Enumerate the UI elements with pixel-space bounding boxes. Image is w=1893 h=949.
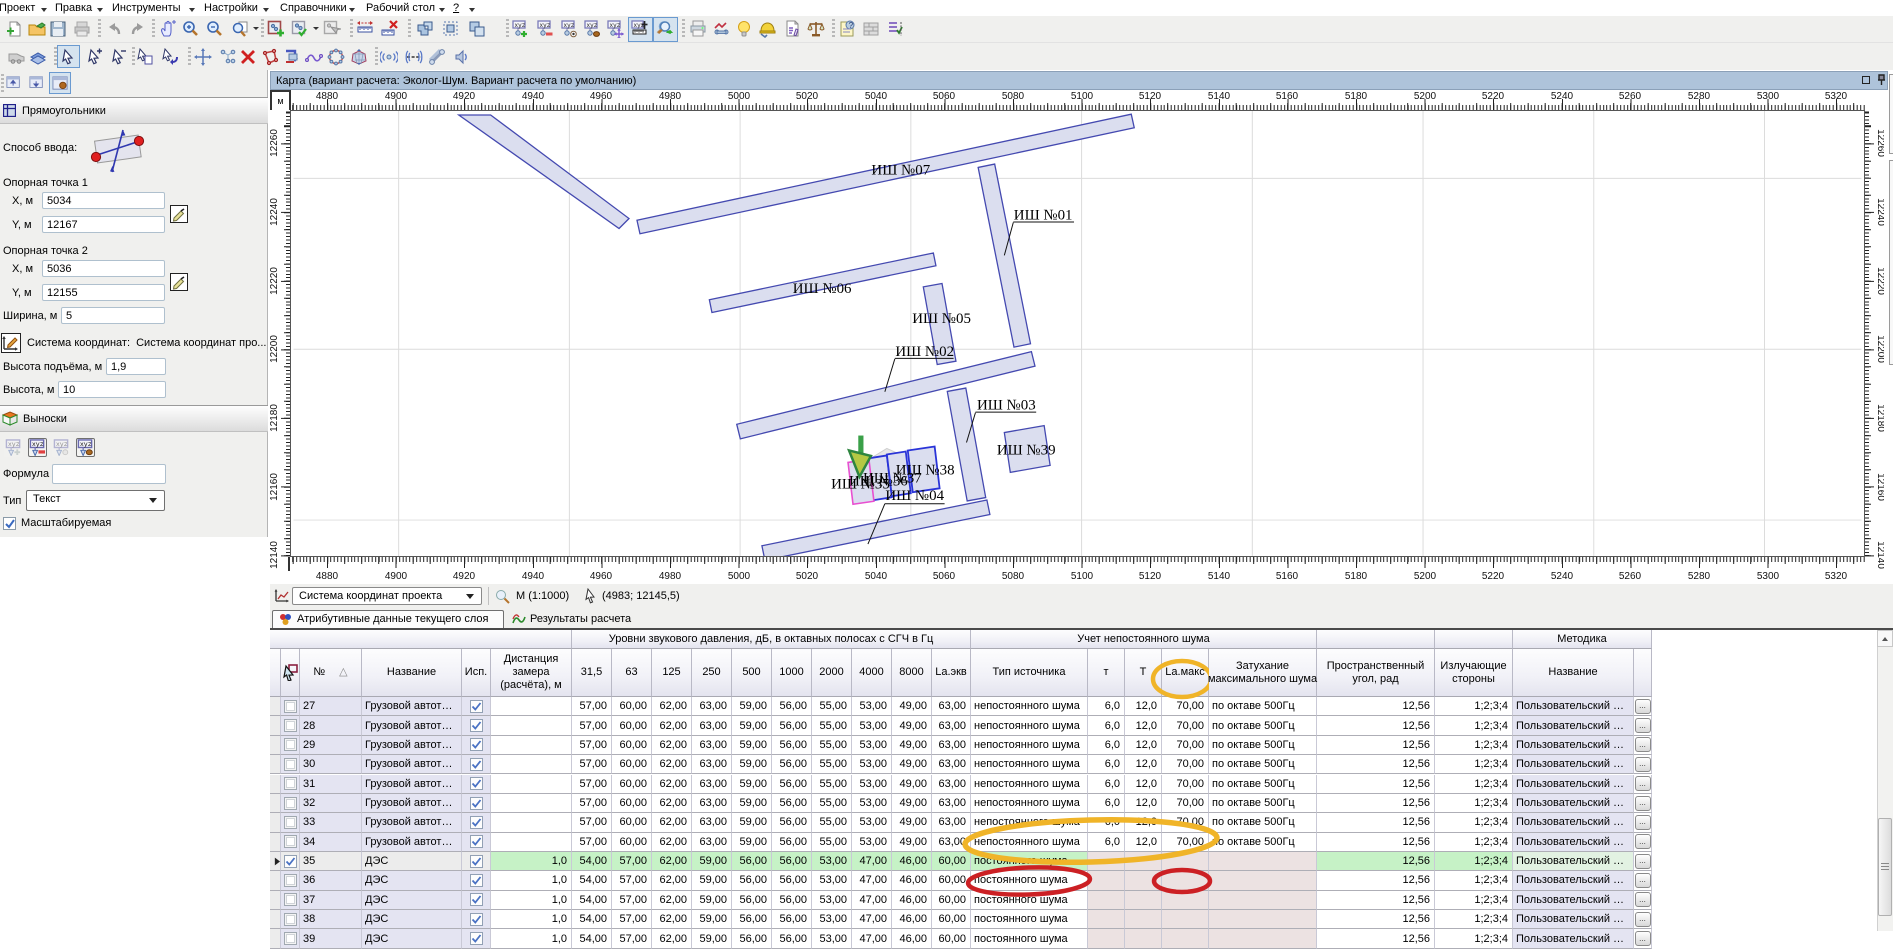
svg-text:xyz: xyz [610, 22, 621, 29]
svg-text:xyz: xyz [32, 440, 44, 448]
svg-text:xyz: xyz [564, 22, 575, 29]
svg-text:ИШ №39: ИШ №39 [997, 442, 1056, 458]
svg-text:xyz: xyz [8, 440, 20, 448]
svg-text:ИШ №38: ИШ №38 [896, 462, 955, 478]
svg-text:ИШ №04: ИШ №04 [885, 488, 944, 504]
svg-text:ИШ №06: ИШ №06 [793, 281, 852, 297]
svg-text:ИШ №01: ИШ №01 [1014, 208, 1073, 224]
svg-text:xyz: xyz [634, 22, 645, 29]
svg-text:xyz: xyz [587, 22, 598, 29]
svg-text:ИШ №07: ИШ №07 [871, 163, 930, 179]
svg-text:ИШ №03: ИШ №03 [977, 398, 1036, 414]
svg-text:xyz: xyz [80, 440, 92, 448]
svg-text:xyz: xyz [540, 22, 551, 29]
svg-text:xyz: xyz [515, 22, 526, 29]
svg-text:ИШ №05: ИШ №05 [912, 311, 971, 327]
svg-text:xyz: xyz [56, 440, 68, 448]
svg-text:ИШ №02: ИШ №02 [895, 344, 954, 360]
